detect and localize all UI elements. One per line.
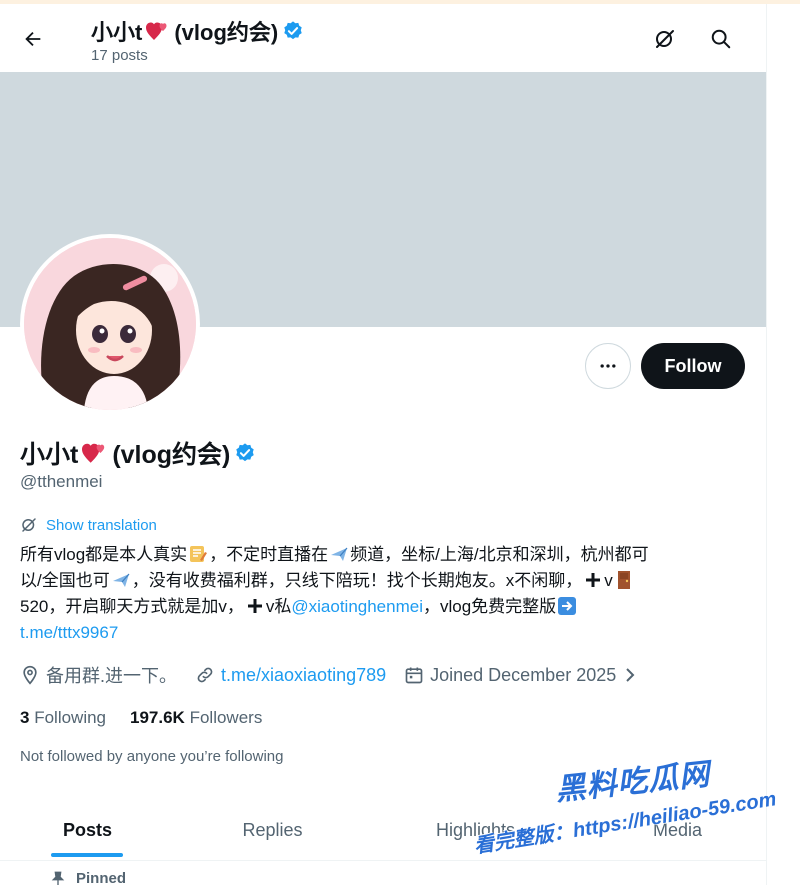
bio-text: 520，开启聊天方式就是加v， bbox=[20, 597, 244, 616]
bio-text: ，不定时直播在 bbox=[209, 545, 329, 564]
following-label: Following bbox=[34, 708, 107, 727]
followers-count: 197.6K bbox=[130, 708, 185, 727]
profile-name: 小小t (vlog约会) bbox=[20, 435, 256, 471]
search-button[interactable] bbox=[704, 22, 738, 56]
not-followed-notice: Not followed by anyone you’re following bbox=[20, 748, 284, 765]
website-item[interactable]: t.me/xiaoxiaoting789 bbox=[195, 665, 386, 686]
profile-name-suffix: (vlog约会) bbox=[112, 441, 231, 469]
show-translation-button[interactable]: Show translation bbox=[20, 516, 157, 534]
profile-bio: 所有vlog都是本人真实 ，不定时直播在 频道，坐标/上海/北京和深圳，杭州都可 以… bbox=[20, 542, 750, 646]
airplane-icon bbox=[331, 547, 348, 561]
header-display-name: 小小t bbox=[91, 20, 143, 45]
two-hearts-icon bbox=[82, 443, 105, 463]
following-link[interactable]: 3 Following bbox=[20, 708, 106, 728]
location-pin-icon bbox=[23, 665, 37, 685]
joined-text: Joined December 2025 bbox=[430, 664, 617, 685]
more-options-button[interactable] bbox=[585, 343, 631, 389]
location-text: 备用群.进一下。 bbox=[46, 666, 178, 686]
airplane-icon bbox=[112, 573, 130, 587]
follow-button[interactable]: Follow bbox=[641, 343, 745, 389]
memo-icon bbox=[190, 546, 208, 562]
bio-text: 频道，坐标/上海/北京和深圳，杭州都可 bbox=[350, 545, 649, 564]
header-post-count: 17 posts bbox=[91, 47, 148, 64]
header-name-suffix: (vlog约会) bbox=[174, 20, 279, 45]
profile-display-name: 小小t bbox=[20, 441, 79, 469]
avatar[interactable] bbox=[20, 234, 200, 414]
bio-text: v私 bbox=[265, 597, 292, 616]
search-icon bbox=[711, 29, 731, 49]
bio-text: 以/全国也可 bbox=[20, 571, 110, 590]
following-count: 3 bbox=[20, 708, 30, 727]
grok-icon bbox=[22, 518, 36, 532]
pin-icon bbox=[51, 871, 65, 885]
profile-column: 小小t (vlog约会) 17 posts Follow 小小t (vlog约会… bbox=[0, 4, 766, 885]
pinned-text: Pinned bbox=[76, 870, 127, 885]
bio-text: ，vlog免费完整版 bbox=[422, 597, 557, 616]
calendar-icon bbox=[405, 667, 423, 684]
follow-stats: 3 Following 197.6K Followers bbox=[20, 708, 262, 728]
followers-label: Followers bbox=[189, 708, 263, 727]
back-button[interactable] bbox=[16, 22, 50, 56]
joined-item[interactable]: Joined December 2025 bbox=[404, 665, 638, 686]
show-translation-label: Show translation bbox=[46, 516, 157, 534]
plus-icon bbox=[247, 599, 262, 613]
two-hearts-icon bbox=[146, 22, 167, 40]
bio-text: ，没有收费福利群，只线下陪玩！找个长期炮友。x不闲聊， bbox=[131, 571, 583, 590]
grok-icon bbox=[656, 30, 674, 48]
bio-text: 所有vlog都是本人真实 bbox=[20, 545, 188, 564]
location-item: 备用群.进一下。 bbox=[20, 662, 177, 688]
verified-badge-icon bbox=[284, 21, 302, 40]
profile-handle: @tthenmei bbox=[20, 472, 103, 491]
bio-telegram-link[interactable]: t.me/tttx9967 bbox=[20, 623, 118, 642]
bio-mention-link[interactable]: @xiaotinghenmei bbox=[291, 597, 423, 616]
more-horizontal-icon bbox=[600, 364, 616, 368]
verified-badge-icon[interactable] bbox=[234, 442, 256, 464]
arrow-left-icon bbox=[25, 31, 41, 47]
tab-posts[interactable]: Posts bbox=[20, 799, 155, 861]
right-edge-panel bbox=[766, 4, 800, 885]
profile-header: 小小t (vlog约会) 17 posts bbox=[0, 4, 766, 72]
followers-link[interactable]: 197.6K Followers bbox=[130, 708, 262, 728]
door-icon bbox=[617, 571, 630, 589]
profile-meta: 备用群.进一下。 t.me/xiaoxiaoting789 Joined Dec… bbox=[20, 662, 656, 688]
link-icon bbox=[197, 667, 213, 683]
tab-replies[interactable]: Replies bbox=[205, 799, 340, 861]
plus-icon bbox=[586, 573, 601, 587]
active-tab-indicator bbox=[51, 853, 123, 857]
avatar-image bbox=[24, 238, 196, 410]
grok-button[interactable] bbox=[648, 22, 682, 56]
header-title: 小小t (vlog约会) bbox=[91, 15, 304, 47]
right-arrow-icon bbox=[558, 597, 577, 615]
chevron-right-icon bbox=[626, 668, 635, 682]
pinned-label: Pinned bbox=[50, 870, 126, 885]
bio-text: v bbox=[604, 571, 613, 590]
website-link[interactable]: t.me/xiaoxiaoting789 bbox=[221, 665, 386, 686]
